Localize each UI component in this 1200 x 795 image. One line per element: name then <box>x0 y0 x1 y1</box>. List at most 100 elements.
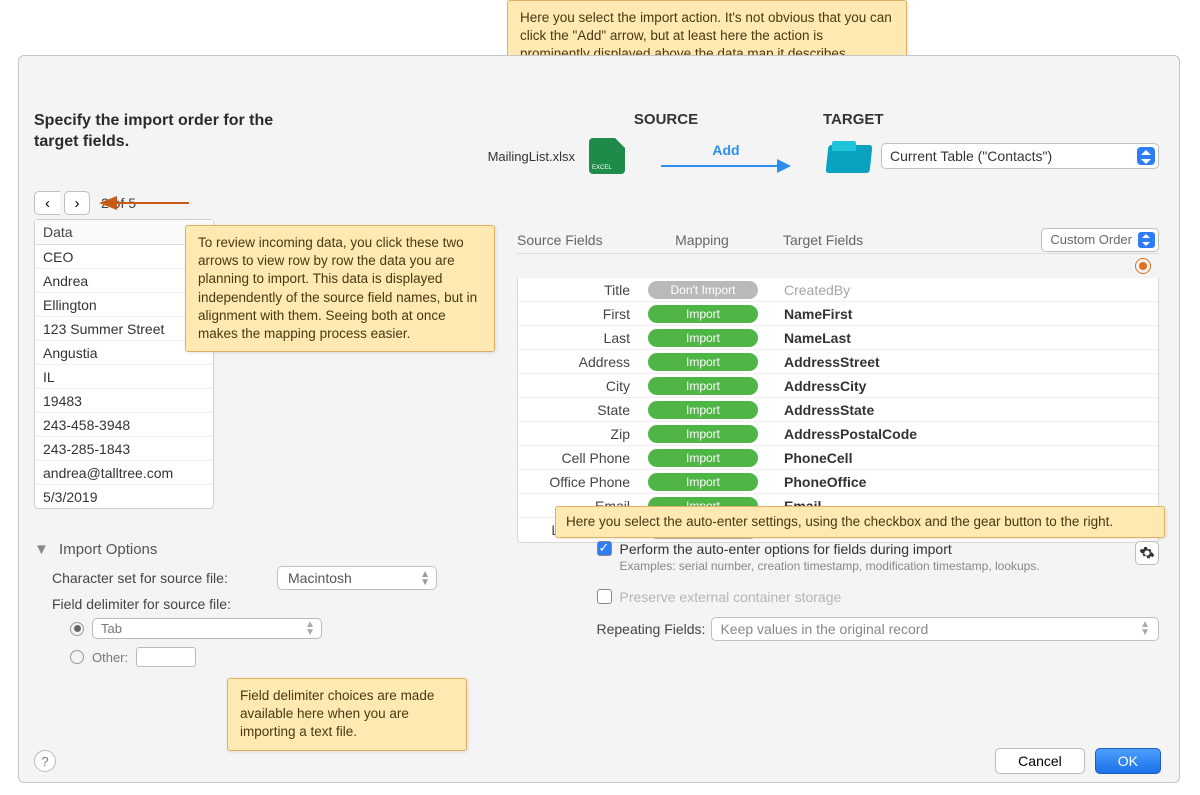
list-item[interactable]: 243-458-3948 <box>35 413 213 437</box>
source-field-label: Office Phone <box>518 474 638 490</box>
delimiter-label: Field delimiter for source file: <box>52 596 277 612</box>
repeating-fields-value: Keep values in the original record <box>720 621 928 637</box>
mapping-pill[interactable]: Import <box>648 473 758 491</box>
auto-enter-label: Perform the auto-enter options for field… <box>620 541 952 557</box>
updown-icon: ▲▼ <box>1140 621 1150 637</box>
table-row[interactable]: Office Phone Import PhoneOffice <box>518 470 1158 494</box>
help-button[interactable]: ? <box>34 750 56 772</box>
target-field-label[interactable]: PhoneOffice <box>778 474 1158 490</box>
source-field-label: State <box>518 402 638 418</box>
field-mapping-table: Source Fields Mapping Target Fields Cust… <box>517 226 1159 543</box>
table-row[interactable]: First Import NameFirst <box>518 302 1158 326</box>
table-row[interactable]: ZipImportAddressPostalCode <box>518 422 1158 446</box>
table-row[interactable]: Address Import AddressStreet <box>518 350 1158 374</box>
target-field-label[interactable]: AddressState <box>778 402 1158 418</box>
mapping-pill[interactable]: Import <box>648 329 758 347</box>
repeating-fields-label: Repeating Fields: <box>597 621 706 637</box>
charset-select[interactable]: Macintosh ▲▼ <box>277 566 437 590</box>
excel-file-icon <box>589 138 625 174</box>
target-table-select[interactable]: Current Table ("Contacts") <box>881 143 1159 169</box>
source-field-label: First <box>518 306 638 322</box>
source-field-label: Cell Phone <box>518 450 638 466</box>
radio-icon <box>70 622 84 636</box>
delimiter-tab-value: Tab <box>101 621 122 636</box>
updown-icon: ▲▼ <box>305 621 315 637</box>
arrow-right-icon <box>661 162 791 170</box>
charset-value: Macintosh <box>288 570 352 586</box>
column-header-mapping: Mapping <box>637 232 767 248</box>
source-field-label: Address <box>518 354 638 370</box>
radio-icon <box>70 650 84 664</box>
cancel-button[interactable]: Cancel <box>995 748 1085 774</box>
table-row[interactable]: Last Import NameLast <box>518 326 1158 350</box>
delimiter-tab-select[interactable]: Tab ▲▼ <box>92 618 322 639</box>
list-item[interactable]: andrea@talltree.com <box>35 461 213 485</box>
annotation-data-preview: To review incoming data, you click these… <box>185 225 495 352</box>
delimiter-other-radio[interactable]: Other: <box>70 647 1159 667</box>
list-item[interactable]: 5/3/2019 <box>35 485 213 508</box>
list-item[interactable]: 19483 <box>35 389 213 413</box>
folder-icon <box>827 139 871 173</box>
gear-icon[interactable] <box>1135 258 1151 274</box>
target-field-label[interactable]: AddressCity <box>778 378 1158 394</box>
ok-button[interactable]: OK <box>1095 748 1161 774</box>
table-row[interactable]: State Import AddressState <box>518 398 1158 422</box>
auto-enter-checkbox[interactable]: Perform the auto-enter options for field… <box>597 541 1160 557</box>
updown-icon: ▲▼ <box>420 571 430 587</box>
target-field-label[interactable]: CreatedBy <box>778 282 1158 298</box>
help-icon: ? <box>41 754 48 769</box>
target-field-label[interactable]: NameFirst <box>778 306 1158 322</box>
dialog-instruction-heading: Specify the import order for the target … <box>34 111 284 153</box>
target-field-label[interactable]: AddressPostalCode <box>778 426 1158 442</box>
preserve-container-label: Preserve external container storage <box>620 589 842 605</box>
target-order-select[interactable]: Custom Order <box>1041 228 1159 252</box>
annotation-auto-enter: Here you select the auto-enter settings,… <box>555 506 1165 538</box>
import-dialog: Specify the import order for the target … <box>18 55 1180 783</box>
dropdown-stepper-icon <box>1138 232 1155 248</box>
mapping-pill[interactable]: Don't Import <box>648 281 758 299</box>
table-row[interactable]: Title Don't Import CreatedBy <box>518 278 1158 302</box>
chevron-right-icon: › <box>75 195 80 212</box>
list-item[interactable]: 243-285-1843 <box>35 437 213 461</box>
source-heading: SOURCE <box>509 111 823 128</box>
column-header-source: Source Fields <box>517 232 637 248</box>
next-record-button[interactable]: › <box>64 191 90 215</box>
checkbox-unchecked-icon <box>597 589 612 604</box>
import-options-title: Import Options <box>59 541 157 558</box>
import-action-control[interactable]: Add <box>625 142 827 170</box>
source-filename: MailingList.xlsx <box>439 149 589 164</box>
mapping-pill[interactable]: Import <box>648 377 758 395</box>
target-field-label[interactable]: NameLast <box>778 330 1158 346</box>
column-header-target: Target Fields <box>777 232 1019 248</box>
prev-record-button[interactable]: ‹ <box>34 191 60 215</box>
import-action-label: Add <box>712 142 739 158</box>
checkbox-checked-icon <box>597 541 612 556</box>
mapping-pill[interactable]: Import <box>648 449 758 467</box>
target-field-label[interactable]: PhoneCell <box>778 450 1158 466</box>
table-row[interactable]: City Import AddressCity <box>518 374 1158 398</box>
list-item[interactable]: IL <box>35 365 213 389</box>
table-row[interactable]: Cell Phone Import PhoneCell <box>518 446 1158 470</box>
gear-icon <box>1139 545 1155 561</box>
mapping-pill[interactable]: Import <box>648 401 758 419</box>
auto-enter-settings-button[interactable] <box>1135 541 1159 565</box>
source-field-label: Title <box>518 282 638 298</box>
target-table-value: Current Table ("Contacts") <box>890 148 1052 164</box>
target-order-value: Custom Order <box>1050 232 1132 247</box>
target-heading: TARGET <box>823 111 1159 128</box>
mapping-pill[interactable]: Import <box>648 305 758 323</box>
chevron-left-icon: ‹ <box>45 195 50 212</box>
auto-enter-examples: Examples: serial number, creation timest… <box>620 559 1160 575</box>
preserve-container-checkbox: Preserve external container storage <box>597 589 1160 605</box>
annotation-delimiter: Field delimiter choices are made availab… <box>227 678 467 751</box>
repeating-fields-select[interactable]: Keep values in the original record ▲▼ <box>711 617 1159 641</box>
mapping-pill[interactable]: Import <box>648 425 758 443</box>
target-field-label[interactable]: AddressStreet <box>778 354 1158 370</box>
source-field-label: Last <box>518 330 638 346</box>
delimiter-other-input[interactable] <box>136 647 196 667</box>
disclosure-triangle-icon: ▼ <box>34 541 49 558</box>
dropdown-stepper-icon <box>1137 147 1155 165</box>
delimiter-other-label: Other: <box>92 650 128 665</box>
mapping-pill[interactable]: Import <box>648 353 758 371</box>
source-field-label: City <box>518 378 638 394</box>
